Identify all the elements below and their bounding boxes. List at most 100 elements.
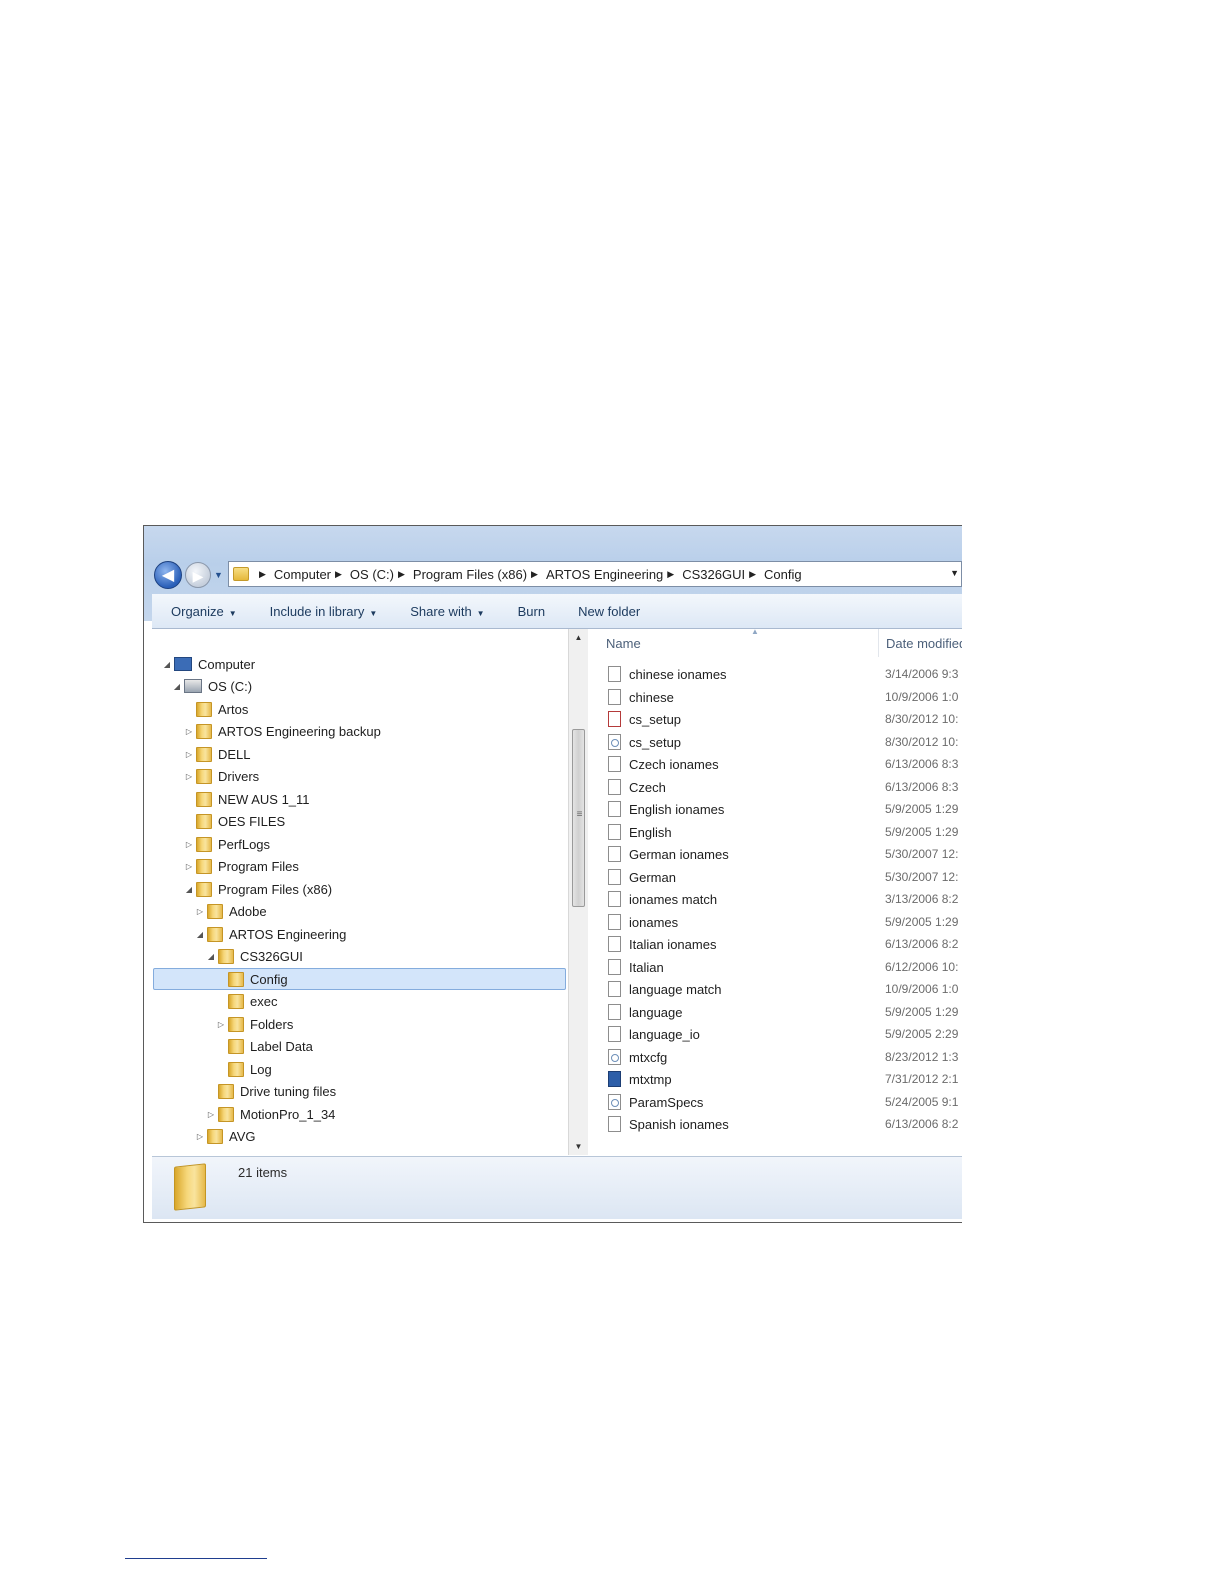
scroll-thumb[interactable]: ≡ [572,729,585,907]
file-row[interactable]: cs_setup 8/30/2012 10: [608,731,962,753]
breadcrumb-program-files-x86[interactable]: Program Files (x86) ▶ [413,567,546,582]
file-list-pane: Name ▲ Date modified chinese ionames 3/14… [588,629,962,1155]
tree-item-artos-engineering[interactable]: ◢ ARTOS Engineering [195,923,346,945]
breadcrumb-os-drive[interactable]: OS (C:) ▶ [350,567,413,582]
folder-icon [228,1061,244,1077]
tree-item-exec[interactable]: exec [216,990,277,1012]
file-row[interactable]: Czech ionames 6/13/2006 8:3 [608,753,962,775]
share-with-button[interactable]: Share with ▼ [410,604,484,619]
breadcrumb-config[interactable]: Config [764,567,802,582]
tree-item-log[interactable]: Log [216,1058,272,1080]
tree-item-adobe[interactable]: ▷ Adobe [195,900,267,922]
file-date: 5/30/2007 12: [885,847,959,861]
breadcrumb-separator[interactable]: ▶ [255,569,274,580]
tree-item-artos-engineering-backup[interactable]: ▷ ARTOS Engineering backup [184,720,381,742]
file-row[interactable]: Italian ionames 6/13/2006 8:2 [608,933,962,955]
tree-item-folders[interactable]: ▷ Folders [216,1013,293,1035]
tree-item-new-aus[interactable]: NEW AUS 1_11 [184,788,310,810]
tree-item-label: Config [250,971,288,987]
file-row[interactable]: language match 10/9/2006 1:0 [608,978,962,1000]
chevron-right-icon: ▶ [397,568,405,579]
tree-item-artos[interactable]: Artos [184,698,248,720]
file-row[interactable]: ParamSpecs 5/24/2005 9:1 [608,1091,962,1113]
folder-icon [196,858,212,874]
text-file-icon [608,666,621,682]
recent-pages-chevron-icon[interactable]: ▼ [214,570,224,580]
file-row[interactable]: English ionames 5/9/2005 1:29 [608,798,962,820]
text-file-icon [608,801,621,817]
folder-icon [207,1128,223,1144]
config-file-icon [608,1094,621,1110]
tree-item-dell[interactable]: ▷ DELL [184,743,251,765]
tree-item-computer[interactable]: ◢ Computer [162,653,255,675]
collapsed-arrow-icon[interactable]: ▷ [184,840,194,849]
file-row[interactable]: German 5/30/2007 12: [608,866,962,888]
file-row[interactable]: chinese ionames 3/14/2006 9:3 [608,663,962,685]
forward-button[interactable]: ▶ [185,562,211,588]
text-file-icon [608,689,621,705]
tree-item-perflogs[interactable]: ▷ PerfLogs [184,833,270,855]
scroll-down-icon[interactable]: ▼ [569,1138,588,1155]
folder-icon [218,1106,234,1122]
new-folder-button[interactable]: New folder [578,604,640,619]
column-header-name[interactable]: Name ▲ [606,629,876,657]
tree-item-label-data[interactable]: Label Data [216,1035,313,1057]
collapsed-arrow-icon[interactable]: ▷ [184,750,194,759]
file-row[interactable]: language 5/9/2005 1:29 [608,1001,962,1023]
breadcrumb-artos-engineering[interactable]: ARTOS Engineering ▶ [546,567,682,582]
expanded-arrow-icon[interactable]: ◢ [184,885,194,894]
collapsed-arrow-icon[interactable]: ▷ [184,862,194,871]
expanded-arrow-icon[interactable]: ◢ [195,930,205,939]
folder-icon [196,768,212,784]
scroll-up-icon[interactable]: ▲ [569,629,588,646]
back-button[interactable]: ◀ [154,561,182,589]
file-row[interactable]: German ionames 5/30/2007 12: [608,843,962,865]
file-row[interactable]: cs_setup 8/30/2012 10: [608,708,962,730]
tree-item-os-drive[interactable]: ◢ OS (C:) [172,675,252,697]
file-date: 8/23/2012 1:3 [885,1050,959,1064]
tree-item-drivers[interactable]: ▷ Drivers [184,765,259,787]
navigation-scrollbar[interactable]: ▲ ≡ ▼ [568,629,588,1155]
file-row[interactable]: Spanish ionames 6/13/2006 8:2 [608,1113,962,1135]
file-row[interactable]: chinese 10/9/2006 1:0 [608,686,962,708]
file-row[interactable]: mtxcfg 8/23/2012 1:3 [608,1046,962,1068]
tree-item-motionpro[interactable]: ▷ MotionPro_1_34 [206,1103,335,1125]
burn-button[interactable]: Burn [518,604,545,619]
tree-item-program-files[interactable]: ▷ Program Files [184,855,299,877]
tree-item-config[interactable]: Config [216,968,288,990]
tree-item-cs326gui[interactable]: ◢ CS326GUI [206,945,303,967]
tree-item-drive-tuning-files[interactable]: Drive tuning files [206,1080,336,1102]
collapsed-arrow-icon[interactable]: ▷ [195,907,205,916]
collapsed-arrow-icon[interactable]: ▷ [195,1132,205,1141]
footnote-separator [125,1558,267,1559]
column-header-date[interactable]: Date modified [878,629,962,657]
file-row[interactable]: Czech 6/13/2006 8:3 [608,776,962,798]
tree-item-avg[interactable]: ▷ AVG [195,1125,256,1147]
file-row[interactable]: Italian 6/12/2006 10: [608,956,962,978]
file-date: 5/9/2005 1:29 [885,802,959,816]
tree-item-oes-files[interactable]: OES FILES [184,810,285,832]
address-dropdown-icon[interactable]: ▼ [950,568,959,578]
collapsed-arrow-icon[interactable]: ▷ [206,1110,216,1119]
collapsed-arrow-icon[interactable]: ▷ [216,1020,226,1029]
config-file-icon [608,734,621,750]
file-row[interactable]: language_io 5/9/2005 2:29 [608,1023,962,1045]
address-bar[interactable]: ▶ Computer ▶ OS (C:) ▶ Program Files (x86)… [228,561,962,587]
expanded-arrow-icon[interactable]: ◢ [172,682,182,691]
collapsed-arrow-icon[interactable]: ▷ [184,772,194,781]
file-row[interactable]: ionames 5/9/2005 1:29 [608,911,962,933]
tree-item-label: Computer [198,656,256,672]
expanded-arrow-icon[interactable]: ◢ [162,660,172,669]
expanded-arrow-icon[interactable]: ◢ [206,952,216,961]
file-date: 8/30/2012 10: [885,735,959,749]
organize-button[interactable]: Organize ▼ [171,604,237,619]
tree-item-program-files-x86[interactable]: ◢ Program Files (x86) [184,878,332,900]
include-in-library-button[interactable]: Include in library ▼ [270,604,378,619]
breadcrumb-computer[interactable]: Computer ▶ [274,567,350,582]
breadcrumb-label: Config [764,566,802,582]
file-row[interactable]: English 5/9/2005 1:29 [608,821,962,843]
file-row[interactable]: mtxtmp 7/31/2012 2:1 [608,1068,962,1090]
breadcrumb-cs326gui[interactable]: CS326GUI ▶ [682,567,764,582]
collapsed-arrow-icon[interactable]: ▷ [184,727,194,736]
file-row[interactable]: ionames match 3/13/2006 8:2 [608,888,962,910]
